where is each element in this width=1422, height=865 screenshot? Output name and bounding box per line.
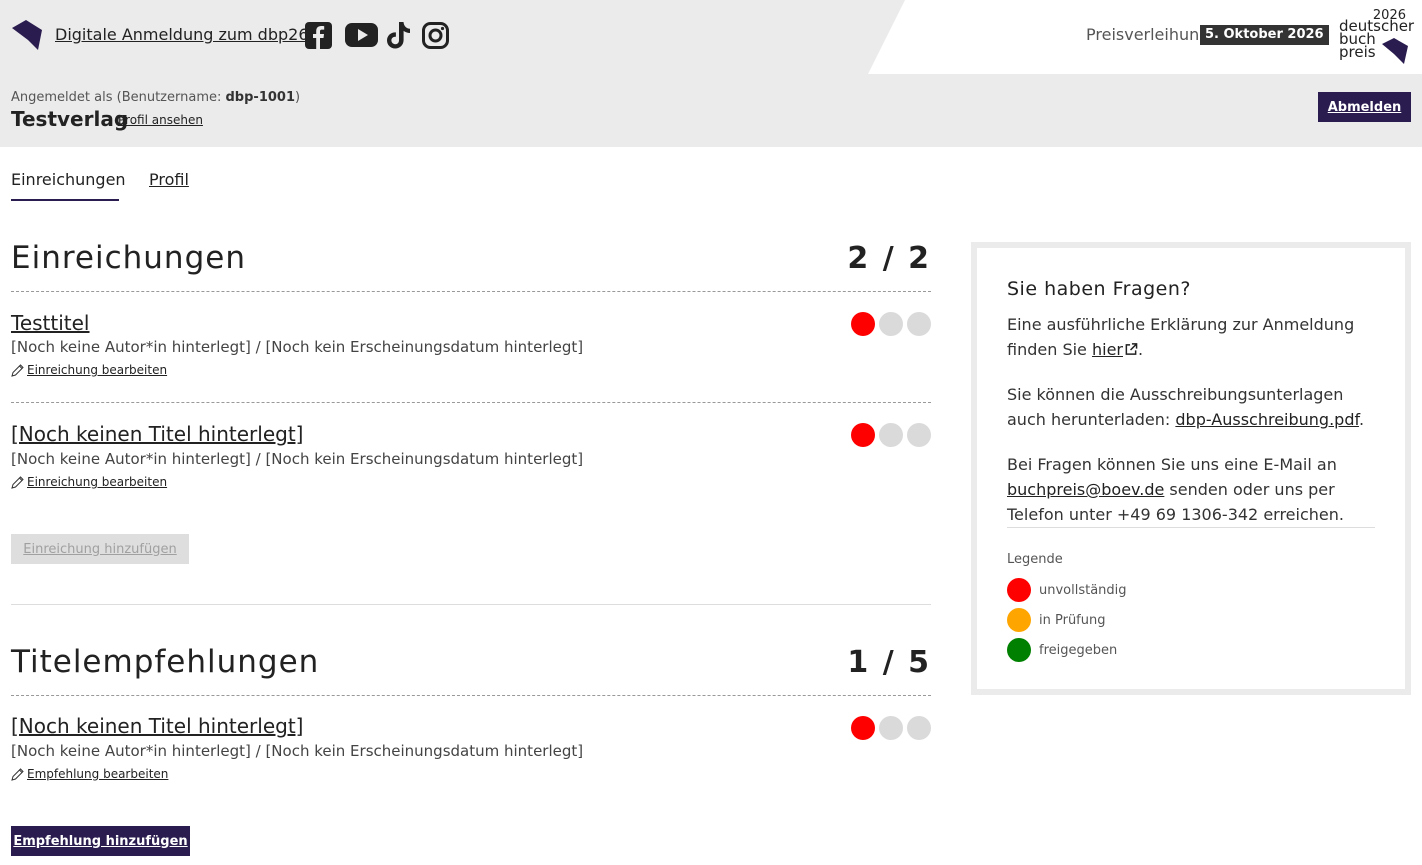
logged-in-as: Angemeldet als (Benutzername: dbp-1001)	[11, 90, 300, 105]
edit-entry-label: Einreichung bearbeiten	[27, 363, 168, 377]
legend-label: in Prüfung	[1039, 612, 1106, 628]
entry-title-link[interactable]: Testtitel	[11, 311, 90, 335]
contact-paragraph: Bei Fragen können Sie uns eine E-Mail an…	[1007, 452, 1387, 527]
status-dot-review	[879, 423, 903, 447]
logo-icon[interactable]	[10, 20, 44, 52]
legend-label: unvollständig	[1039, 582, 1127, 598]
active-tab-indicator	[11, 199, 119, 201]
edit-entry-label: Einreichung bearbeiten	[27, 475, 168, 489]
status-dot-approved	[907, 716, 931, 740]
help-text: Eine ausführliche Erklärung zur Anmeldun…	[1007, 315, 1355, 359]
status-indicator	[851, 312, 931, 336]
entry-title-link[interactable]: [Noch keinen Titel hinterlegt]	[11, 714, 303, 738]
sidebar-divider	[1007, 527, 1375, 528]
brand-logo[interactable]: 2026 deutscher buch preis	[1338, 8, 1414, 66]
app-title-link[interactable]: Digitale Anmeldung zum dbp26	[55, 25, 309, 44]
recommendations-count: 1 / 5	[847, 645, 931, 680]
logged-in-suffix: )	[295, 90, 301, 105]
instagram-icon[interactable]	[422, 20, 449, 50]
legend-title: Legende	[1007, 552, 1063, 567]
legend-dot-red	[1007, 578, 1031, 602]
help-link[interactable]: hier	[1092, 340, 1123, 359]
status-dot-review	[879, 312, 903, 336]
pencil-icon	[11, 768, 24, 781]
pencil-icon	[11, 476, 24, 489]
status-dot-review	[879, 716, 903, 740]
legend-dot-green	[1007, 638, 1031, 662]
pencil-icon	[11, 364, 24, 377]
status-dot-incomplete	[851, 716, 875, 740]
entry-meta: [Noch keine Autor*in hinterlegt] / [Noch…	[11, 338, 584, 356]
help-sidebar: Sie haben Fragen? Eine ausführliche Erkl…	[971, 242, 1411, 695]
award-label: Preisverleihung	[1086, 25, 1210, 44]
legend-item-incomplete: unvollständig	[1007, 578, 1127, 602]
logged-in-prefix: Angemeldet als (Benutzername:	[11, 90, 226, 105]
brand-mark-icon	[1382, 38, 1408, 64]
status-indicator	[851, 423, 931, 447]
publisher-name: Testverlag	[11, 107, 129, 131]
divider	[11, 695, 931, 696]
edit-recommendation-link[interactable]: Empfehlung bearbeiten	[11, 767, 168, 781]
youtube-icon[interactable]	[345, 20, 378, 50]
submissions-count: 2 / 2	[847, 241, 931, 276]
add-recommendation-button[interactable]: Empfehlung hinzufügen	[11, 826, 190, 856]
help-text: .	[1138, 340, 1144, 359]
award-date-badge: 5. Oktober 2026	[1200, 25, 1329, 45]
login-band	[0, 74, 1422, 147]
recommendations-heading: Titelempfehlungen	[11, 644, 320, 680]
divider	[11, 402, 931, 403]
username: dbp-1001	[225, 90, 296, 105]
status-dot-incomplete	[851, 423, 875, 447]
status-dot-approved	[907, 423, 931, 447]
status-dot-approved	[907, 312, 931, 336]
sidebar-title: Sie haben Fragen?	[1007, 278, 1191, 300]
edit-entry-link[interactable]: Einreichung bearbeiten	[11, 475, 167, 489]
edit-entry-link[interactable]: Einreichung bearbeiten	[11, 363, 167, 377]
legend-item-review: in Prüfung	[1007, 608, 1106, 632]
download-paragraph: Sie können die Ausschreibungsunterlagen …	[1007, 382, 1387, 432]
tab-einreichungen[interactable]: Einreichungen	[11, 170, 126, 189]
facebook-icon[interactable]	[305, 20, 332, 50]
legend-item-approved: freigegeben	[1007, 638, 1117, 662]
entry-meta: [Noch keine Autor*in hinterlegt] / [Noch…	[11, 742, 584, 760]
external-link-icon	[1125, 343, 1138, 355]
legend-label: freigegeben	[1039, 642, 1118, 658]
add-submission-button[interactable]: Einreichung hinzufügen	[11, 534, 189, 564]
pdf-download-link[interactable]: dbp-Ausschreibung.pdf	[1175, 410, 1359, 429]
edit-recommendation-label: Empfehlung bearbeiten	[27, 767, 169, 781]
email-link[interactable]: buchpreis@boev.de	[1007, 480, 1164, 499]
view-profile-link[interactable]: Profil ansehen	[118, 113, 203, 127]
entry-title-link[interactable]: [Noch keinen Titel hinterlegt]	[11, 422, 303, 446]
tab-profil[interactable]: Profil	[149, 170, 189, 189]
status-dot-incomplete	[851, 312, 875, 336]
tiktok-icon[interactable]	[385, 20, 413, 50]
entry-meta: [Noch keine Autor*in hinterlegt] / [Noch…	[11, 450, 584, 468]
divider	[11, 291, 931, 292]
download-text: .	[1358, 410, 1365, 429]
section-divider	[11, 604, 931, 605]
help-paragraph: Eine ausführliche Erklärung zur Anmeldun…	[1007, 312, 1387, 362]
legend-dot-orange	[1007, 608, 1031, 632]
status-indicator	[851, 716, 931, 740]
logout-button[interactable]: Abmelden	[1318, 92, 1411, 122]
contact-text: Bei Fragen können Sie uns eine E-Mail an	[1007, 455, 1337, 474]
submissions-heading: Einreichungen	[11, 240, 246, 276]
